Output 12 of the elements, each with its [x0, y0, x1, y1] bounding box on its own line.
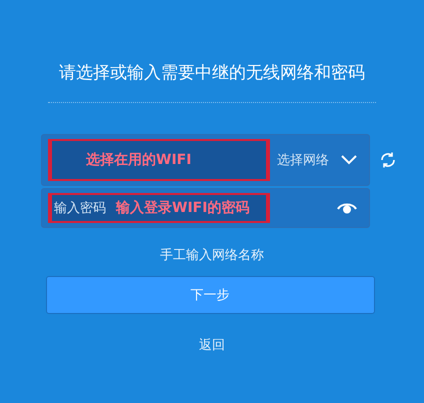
password-placeholder: 输入密码 — [54, 200, 106, 217]
chevron-down-icon — [341, 155, 357, 165]
refresh-icon[interactable] — [379, 151, 397, 169]
annotation-label: 选择在用的WIFI — [48, 139, 270, 181]
next-button[interactable]: 下一步 — [46, 276, 374, 314]
back-link[interactable]: 返回 — [199, 336, 225, 354]
password-field[interactable]: 输入密码 输入登录WIFI的密码 — [41, 188, 370, 228]
page-title: 请选择或输入需要中继的无线网络和密码 — [59, 62, 365, 85]
network-select[interactable]: 选择在用的WIFI 选择网络 — [41, 134, 370, 186]
manual-entry-link[interactable]: 手工输入网络名称 — [160, 246, 264, 264]
select-placeholder: 选择网络 — [277, 152, 329, 169]
eye-icon[interactable] — [337, 201, 357, 215]
